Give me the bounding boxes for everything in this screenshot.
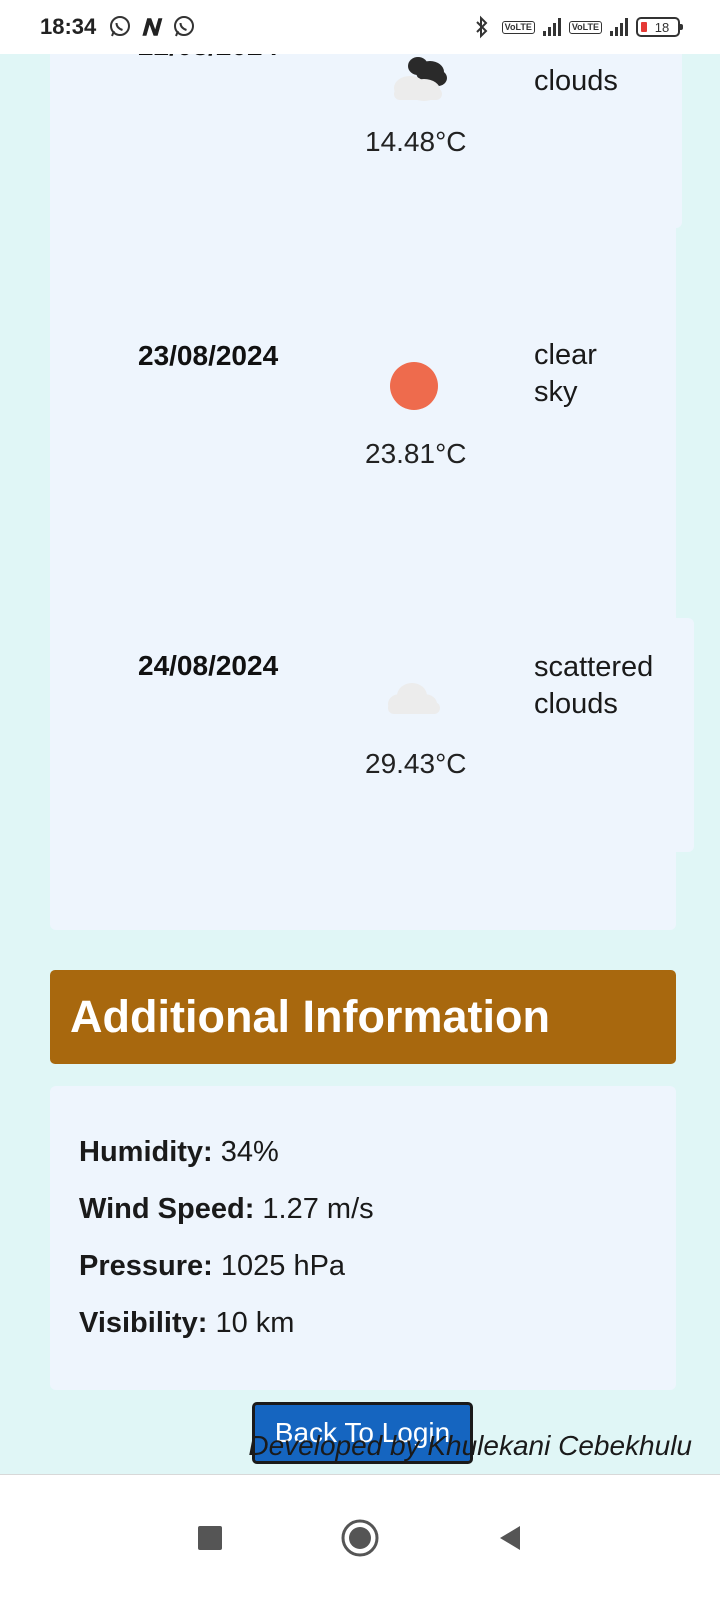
forecast-description-line: sky [534,376,578,408]
forecast-description: scattered clouds [534,649,694,723]
scattered-clouds-icon [382,676,444,725]
notification-icons [108,15,196,39]
bluetooth-icon [470,15,494,39]
battery-icon: 18 [636,17,683,37]
wind-speed-label: Wind Speed: [79,1193,255,1225]
pressure-row: Pressure: 1025 hPa [79,1250,676,1307]
additional-info-title: Additional Information [70,991,550,1042]
forecast-description-line: clouds [534,688,618,720]
signal-strength-icon [542,18,561,36]
forecast-card: 23/08/2024 23.81°C clear sky [50,228,676,618]
visibility-row: Visibility: 10 km [79,1307,676,1364]
forecast-description: clear sky [534,337,684,411]
additional-info-panel: Humidity: 34% Wind Speed: 1.27 m/s Press… [50,1086,676,1390]
developer-credit: Developed by Khulekani Cebekhulu [248,1430,692,1461]
forecast-card: 24/08/2024 29.43°C scattered clouds [50,618,694,852]
status-bar: 18:34 VoLTE VoLTE 18 [0,0,720,54]
whatsapp-icon [108,15,132,39]
humidity-label: Humidity: [79,1136,213,1168]
volte-icon: VoLTE [568,20,602,34]
forecast-description-line: clouds [534,65,618,97]
humidity-row: Humidity: 34% [79,1136,676,1193]
whatsapp-icon [172,15,196,39]
battery-level: 18 [654,19,670,35]
volte-icon: VoLTE [501,20,535,34]
humidity-value: 34% [220,1136,279,1168]
forecast-date: 23/08/2024 [138,340,279,371]
status-time: 18:34 [40,14,97,39]
forecast-temperature: 14.48°C [365,126,467,157]
wind-speed-value: 1.27 m/s [262,1193,374,1225]
signal-strength-icon [610,18,628,36]
forecast-description-line: scattered [534,651,654,683]
forecast-temperature: 29.43°C [365,748,467,779]
broken-clouds-icon [380,52,452,107]
recent-apps-button[interactable] [190,1518,230,1558]
news-app-icon [140,15,164,39]
clear-sky-sun-icon [386,358,442,419]
forecast-description-line: clear [534,339,597,371]
back-nav-button[interactable] [490,1518,530,1558]
pressure-value: 1025 hPa [220,1250,346,1282]
navigation-bar [0,1474,720,1600]
system-status-icons: VoLTE VoLTE 18 [470,15,683,39]
forecast-date: 24/08/2024 [138,650,279,681]
visibility-value: 10 km [215,1307,295,1339]
visibility-label: Visibility: [79,1307,208,1339]
forecast-temperature: 23.81°C [365,438,467,469]
pressure-label: Pressure: [79,1250,213,1282]
wind-speed-row: Wind Speed: 1.27 m/s [79,1193,676,1250]
additional-info-header: Additional Information [50,970,676,1064]
home-button[interactable] [340,1518,380,1558]
